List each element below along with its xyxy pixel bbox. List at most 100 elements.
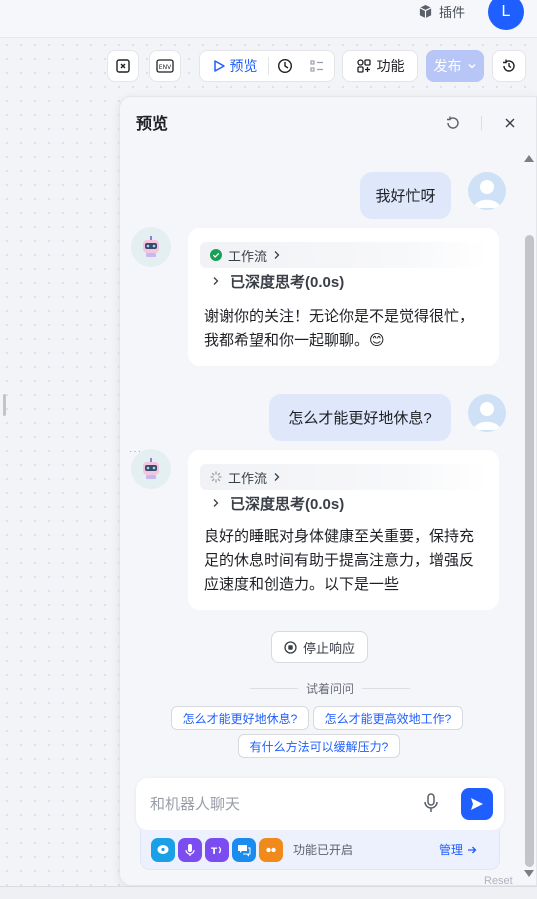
thinking-label: 已深度思考(0.0s): [230, 273, 345, 291]
env-button[interactable]: ENV: [149, 50, 181, 82]
debug-button[interactable]: [107, 50, 139, 82]
cube-icon: [419, 4, 432, 18]
features-button[interactable]: 功能: [342, 50, 418, 82]
suggestion-chip[interactable]: 怎么才能更好地休息?: [171, 706, 309, 730]
panel-title: 预览: [136, 116, 169, 133]
preview-panel: 预览 我好忙呀 工作流 已深度思考(0.0s) 谢谢你的关注！无论你是不是觉得很…: [119, 96, 537, 886]
chevron-right-icon: [274, 251, 280, 259]
history-button[interactable]: [492, 50, 526, 82]
user-silhouette-icon: [473, 180, 501, 208]
manage-label: 管理: [439, 843, 464, 857]
user-message-text: 怎么才能更好地休息?: [288, 410, 432, 427]
chevron-down-icon: [468, 64, 475, 69]
quote-icon[interactable]: [259, 837, 283, 862]
chat-plugin-icon[interactable]: [151, 837, 175, 862]
text-to-speech-icon[interactable]: T: [205, 837, 229, 862]
timer-button[interactable]: [269, 51, 301, 81]
chat-input-box: [136, 778, 504, 830]
bottom-strip: [0, 886, 537, 899]
workflow-label: 工作流: [228, 470, 268, 486]
chevron-right-icon: [213, 277, 219, 285]
bot-avatar: [131, 449, 171, 489]
header-divider: [481, 116, 482, 130]
send-button[interactable]: [461, 788, 493, 820]
try-ask-divider: 试着问问: [250, 680, 411, 697]
preview-label: 预览: [229, 58, 258, 74]
manage-link[interactable]: 管理: [439, 841, 477, 858]
bot-answer: 良好的睡眠对身体健康至关重要，保持充 足的休息时间有助于提高注意力，增强反 应速…: [204, 525, 474, 597]
refresh-icon: [447, 116, 459, 129]
user-message: 怎么才能更好地休息?: [269, 394, 451, 441]
bot-message: 工作流 已深度思考(0.0s) 谢谢你的关注！无论你是不是觉得很忙， 我都希望和…: [188, 228, 499, 366]
workflow-indicator[interactable]: 工作流: [200, 242, 488, 268]
user-message-text: 我好忙呀: [375, 188, 436, 205]
user-avatar[interactable]: L: [488, 0, 524, 30]
answer-line: 良好的睡眠对身体健康至关重要，保持充: [204, 528, 475, 545]
thinking-toggle[interactable]: 已深度思考(0.0s): [212, 271, 344, 291]
features-label: 功能: [376, 58, 405, 74]
chevron-right-icon: [274, 473, 280, 481]
list-icon: [309, 60, 323, 72]
try-ask-label: 试着问问: [306, 682, 355, 696]
bot-avatar: [131, 227, 171, 267]
suggestion-chip[interactable]: 有什么方法可以缓解压力?: [238, 734, 400, 758]
suggestion-text: 怎么才能更好地休息?: [182, 711, 298, 726]
grid-icon: [356, 59, 371, 73]
answer-line: 我都希望和你一起聊聊。😊: [204, 332, 385, 349]
list-button[interactable]: [301, 51, 333, 81]
workflow-label: 工作流: [228, 248, 268, 264]
play-icon: [213, 60, 225, 72]
stop-response-button[interactable]: 停止响应: [271, 631, 368, 663]
voice-icon[interactable]: [178, 837, 202, 862]
svg-text:T: T: [211, 847, 218, 857]
close-icon: [505, 118, 515, 128]
timer-icon: [277, 58, 292, 74]
loading-spinner-icon: [210, 471, 222, 483]
stop-label: 停止响应: [302, 640, 355, 656]
microphone-icon: [424, 793, 438, 812]
send-icon: [471, 798, 483, 810]
suggestion-chip[interactable]: 怎么才能更高效地工作?: [313, 706, 463, 730]
env-icon: ENV: [156, 59, 174, 73]
answer-line: 应速度和创造力。以下是一些: [204, 576, 400, 593]
arrow-right-icon: [468, 846, 477, 853]
scroll-up-icon: [524, 155, 534, 162]
check-circle-icon: [210, 249, 222, 261]
bot-message: 工作流 已深度思考(0.0s) 良好的睡眠对身体健康至关重要，保持充 足的休息时…: [188, 450, 499, 610]
user-avatar-chat: [468, 172, 506, 210]
stop-icon: [284, 640, 297, 654]
debug-icon: [116, 59, 130, 73]
suggestion-text: 有什么方法可以缓解压力?: [249, 739, 389, 754]
user-initial: L: [501, 3, 511, 20]
preview-button-group: 预览: [199, 50, 335, 82]
user-message: 我好忙呀: [360, 172, 451, 219]
user-silhouette-icon: [473, 402, 501, 430]
close-panel-button[interactable]: [501, 114, 519, 132]
voice-input-button[interactable]: [423, 793, 439, 818]
chat-input[interactable]: [150, 795, 410, 813]
plugin-link[interactable]: 插件: [418, 2, 465, 20]
user-avatar-chat: [468, 394, 506, 432]
bot-answer: 谢谢你的关注！无论你是不是觉得很忙， 我都希望和你一起聊聊。😊: [204, 305, 474, 353]
publish-label: 发布: [433, 58, 462, 74]
svg-text:ENV: ENV: [159, 64, 172, 71]
thinking-label: 已深度思考(0.0s): [230, 495, 345, 513]
publish-button[interactable]: 发布: [426, 50, 484, 82]
plugin-label: 插件: [439, 4, 466, 20]
answer-line: 足的休息时间有助于提高注意力，增强反: [204, 552, 475, 569]
robot-icon: [143, 236, 159, 257]
canvas-drag-handle[interactable]: [3, 394, 6, 416]
suggestion-text: 怎么才能更高效地工作?: [324, 711, 452, 726]
chevron-right-icon: [213, 499, 219, 507]
robot-icon: [143, 458, 159, 479]
feature-status-text: 功能已开启: [293, 843, 354, 857]
reset-chat-button[interactable]: [444, 114, 462, 132]
top-bar: 插件 L: [0, 0, 537, 38]
thinking-toggle[interactable]: 已深度思考(0.0s): [212, 493, 344, 513]
workflow-indicator[interactable]: 工作流: [200, 464, 488, 490]
message-icon[interactable]: [232, 837, 256, 862]
feature-status-bar: T 功能已开启 管理: [140, 830, 500, 870]
answer-line: 谢谢你的关注！无论你是不是觉得很忙，: [204, 308, 475, 325]
preview-button[interactable]: 预览: [202, 51, 268, 81]
scrollbar-thumb[interactable]: [525, 235, 534, 867]
